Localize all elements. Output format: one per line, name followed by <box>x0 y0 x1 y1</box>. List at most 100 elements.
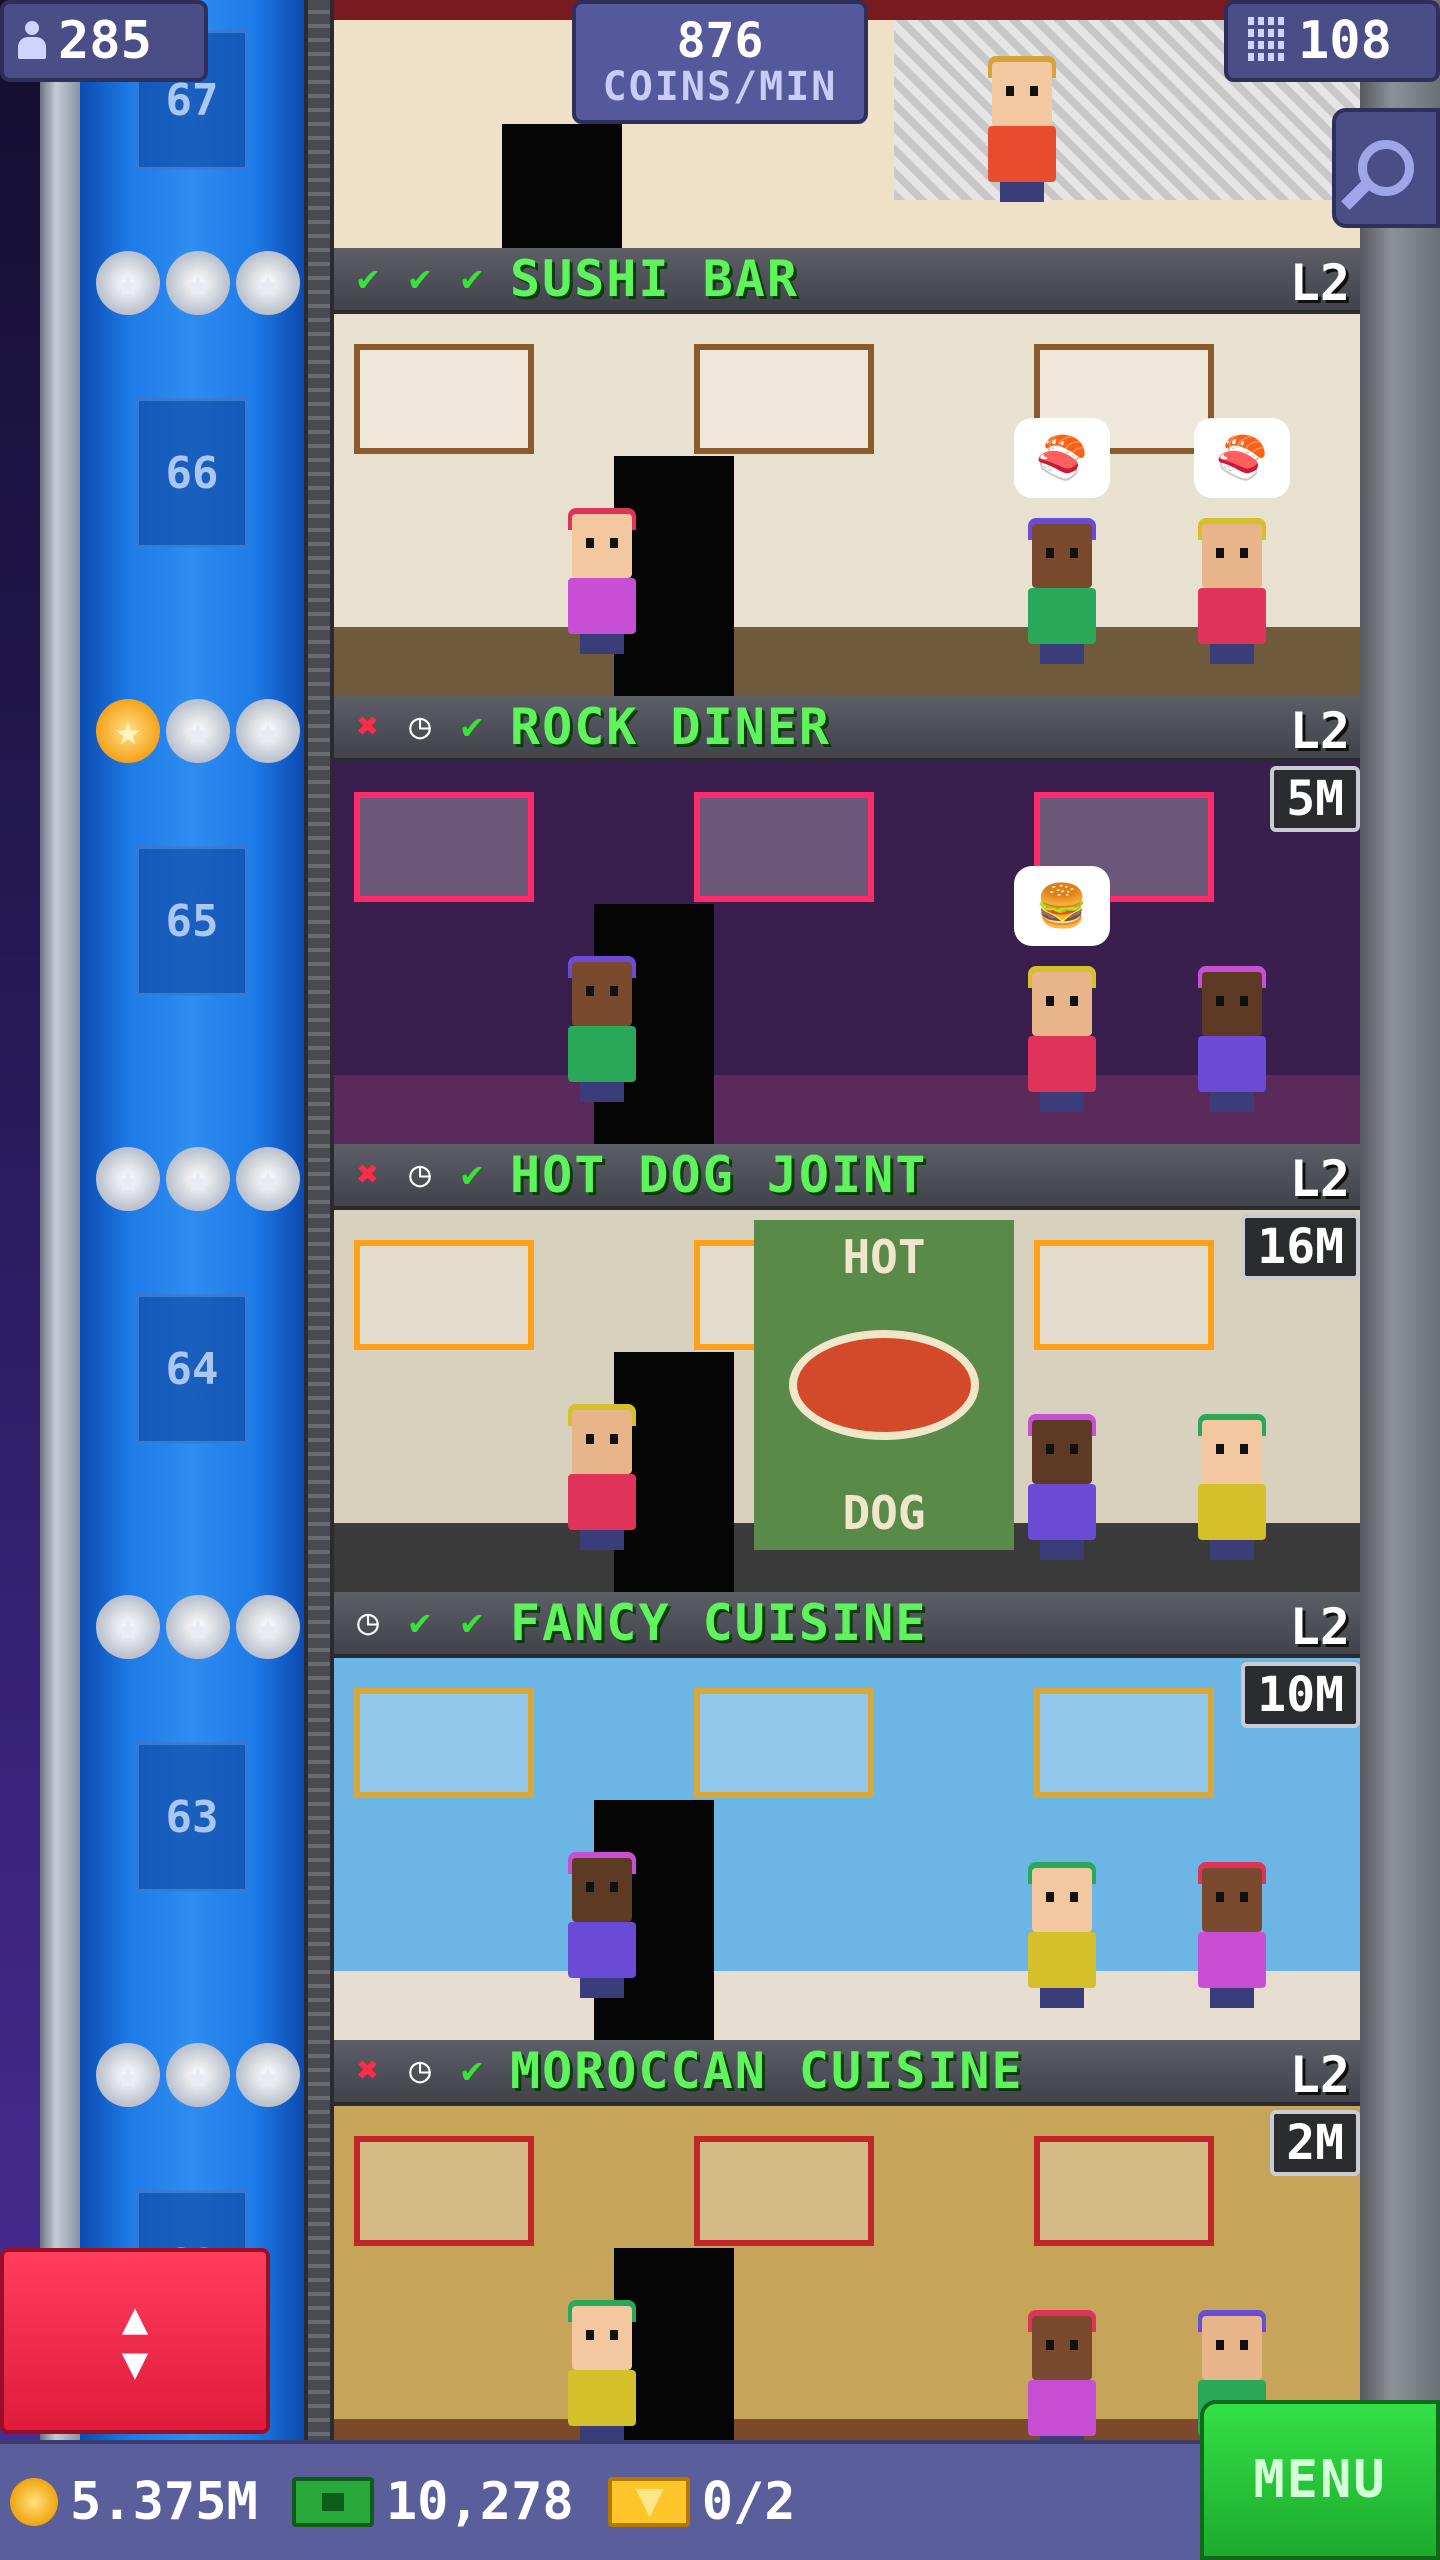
bux-stat[interactable]: 10,278 <box>291 2472 574 2532</box>
resident[interactable] <box>1024 1414 1100 1560</box>
silver-star-icon: ★ <box>166 2043 230 2107</box>
floor-header[interactable]: ✖ ◷ ✔ MOROCCAN CUISINE L2 <box>334 2040 1360 2106</box>
check-status-icon: ✔ <box>409 258 431 299</box>
floor-67-door <box>502 124 622 248</box>
floor-room: HOT DOG <box>334 1210 1360 1592</box>
silver-star-icon: ★ <box>96 2043 160 2107</box>
building-icon <box>1248 17 1288 65</box>
floor-header[interactable]: ✖ ◷ ✔ HOT DOG JOINT L2 <box>334 1144 1360 1210</box>
coin-icon <box>10 2478 58 2526</box>
check-status-icon: ✔ <box>461 258 483 299</box>
floor-name: HOT DOG JOINT <box>510 1146 928 1204</box>
tickets-stat[interactable]: 0/2 <box>607 2472 796 2532</box>
restock-timer: 2M <box>1270 2110 1360 2176</box>
room-window <box>694 2136 874 2246</box>
floor-stars: ★ ★ ★ <box>96 2040 306 2110</box>
resident[interactable] <box>564 1404 640 1550</box>
tickets-value: 0/2 <box>701 2472 796 2532</box>
resident[interactable] <box>1024 966 1100 1112</box>
floor-level: L2 <box>1289 254 1350 312</box>
room-window <box>354 2136 534 2246</box>
floor-stars: ★ ★ ★ <box>96 248 306 318</box>
silver-star-icon: ★ <box>236 1595 300 1659</box>
resident[interactable] <box>1024 1862 1100 2008</box>
silver-star-icon: ★ <box>236 2043 300 2107</box>
silver-star-icon: ★ <box>236 699 300 763</box>
food-request-bubble[interactable]: 🍣 <box>1194 418 1290 498</box>
hot-dog-sign: HOT DOG <box>754 1220 1014 1550</box>
room-window <box>1034 2136 1214 2246</box>
resident[interactable] <box>1194 966 1270 1112</box>
floor-level: L2 <box>1289 2046 1350 2104</box>
room-window <box>354 344 534 454</box>
resident[interactable] <box>1194 1862 1270 2008</box>
room-window <box>354 1240 534 1350</box>
resident[interactable] <box>564 508 640 654</box>
floor-number: 66 <box>136 398 248 548</box>
room-window <box>694 344 874 454</box>
population-counter[interactable]: 285 <box>0 0 208 82</box>
restock-timer: 16M <box>1241 1214 1360 1280</box>
elevator-floor: ★ ★ ★ 65 <box>80 696 304 1144</box>
floor-66[interactable]: ✔ ✔ ✔ SUSHI BAR L2 🍣 🍣 <box>334 248 1360 696</box>
resident[interactable] <box>1024 2310 1100 2456</box>
silver-star-icon: ★ <box>166 1595 230 1659</box>
floors-counter[interactable]: 108 <box>1224 0 1440 82</box>
floor-header[interactable]: ✖ ◷ ✔ ROCK DINER L2 <box>334 696 1360 762</box>
floor-number: 64 <box>136 1294 248 1444</box>
floor-room: 🍔 <box>334 762 1360 1144</box>
resident[interactable] <box>564 2300 640 2446</box>
x-status-icon: ✖ <box>357 1154 379 1195</box>
floor-header[interactable]: ◷ ✔ ✔ FANCY CUISINE L2 <box>334 1592 1360 1658</box>
floor-64[interactable]: ✖ ◷ ✔ HOT DOG JOINT L2 HOT DOG 16M <box>334 1144 1360 1592</box>
search-button[interactable] <box>1332 108 1440 228</box>
x-status-icon: ✖ <box>357 2050 379 2091</box>
bux-icon <box>291 2477 374 2527</box>
food-request-bubble[interactable]: 🍔 <box>1014 866 1110 946</box>
resident[interactable] <box>1194 1414 1270 1560</box>
sign-bottom-text: DOG <box>842 1486 926 1540</box>
coins-per-min-value: 876 <box>676 12 764 69</box>
resident[interactable] <box>1024 518 1100 664</box>
resident[interactable] <box>564 1852 640 1998</box>
elevator-floor: ★ ★ ★ 66 <box>80 248 304 696</box>
floor-name: MOROCCAN CUISINE <box>510 2042 1024 2100</box>
floor-63[interactable]: ◷ ✔ ✔ FANCY CUISINE L2 10M <box>334 1592 1360 2040</box>
silver-star-icon: ★ <box>236 251 300 315</box>
floor-stars: ★ ★ ★ <box>96 1592 306 1662</box>
golden-ticket-icon <box>607 2477 690 2527</box>
room-window <box>694 1688 874 1798</box>
person-icon <box>16 21 48 61</box>
clock-status-icon: ◷ <box>409 2050 431 2091</box>
floor-header[interactable]: ✔ ✔ ✔ SUSHI BAR L2 <box>334 248 1360 314</box>
silver-star-icon: ★ <box>166 1147 230 1211</box>
menu-button[interactable]: MENU <box>1200 2400 1440 2560</box>
coins-value: 5.375M <box>70 2472 258 2532</box>
check-status-icon: ✔ <box>357 258 379 299</box>
floor-level: L2 <box>1289 702 1350 760</box>
bux-value: 10,278 <box>385 2472 574 2532</box>
floor-65[interactable]: ✖ ◷ ✔ ROCK DINER L2 🍔 5M <box>334 696 1360 1144</box>
resident[interactable] <box>1194 518 1270 664</box>
resident[interactable] <box>564 956 640 1102</box>
elevator-floor: ★ ★ ★ 64 <box>80 1144 304 1592</box>
food-request-bubble[interactable]: 🍣 <box>1014 418 1110 498</box>
floor-number: 63 <box>136 1742 248 1892</box>
floor-stars: ★ ★ ★ <box>96 1144 306 1214</box>
population-value: 285 <box>58 11 152 71</box>
floor-67-resident[interactable] <box>984 56 1060 202</box>
room-window <box>354 1688 534 1798</box>
coins-stat[interactable]: 5.375M <box>10 2472 258 2532</box>
sign-top-text: HOT <box>842 1230 926 1284</box>
elevator-button[interactable]: ▲ ▼ <box>0 2248 270 2434</box>
silver-star-icon: ★ <box>96 1595 160 1659</box>
room-window <box>354 792 534 902</box>
x-status-icon: ✖ <box>357 706 379 747</box>
floor-name: SUSHI BAR <box>510 250 799 308</box>
elevator-rail <box>304 0 334 2440</box>
silver-star-icon: ★ <box>236 1147 300 1211</box>
floor-number: 65 <box>136 846 248 996</box>
floor-room: 🍣 🍣 <box>334 314 1360 696</box>
silver-star-icon: ★ <box>166 251 230 315</box>
floor-level: L2 <box>1289 1150 1350 1208</box>
